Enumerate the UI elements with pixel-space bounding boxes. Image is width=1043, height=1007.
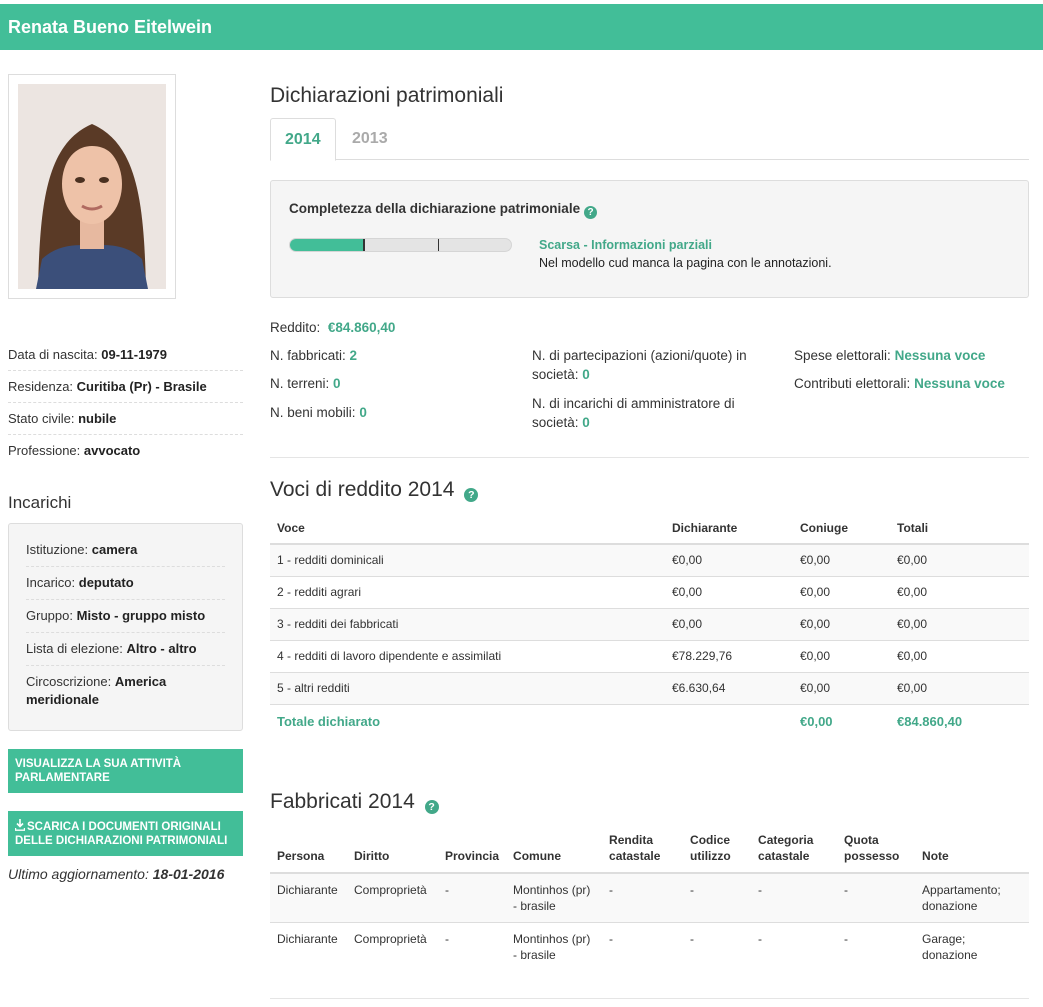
fabbricati-heading: Fabbricati 2014 ?: [270, 790, 1029, 814]
download-icon: [15, 819, 25, 831]
col-coniuge: Coniuge: [793, 512, 890, 545]
table-row: 3 - redditi dei fabbricati €0,00 €0,00 €0,0…: [270, 607, 1029, 640]
profile-info: Data di nascita: 09-11-1979 Residenza: C…: [8, 339, 243, 467]
help-icon[interactable]: ?: [424, 800, 439, 814]
table-row: Dichiarante Comproprietà - Montinhos (pr) -…: [270, 922, 1029, 971]
spese-elettorali: Spese elettorali: Nessuna voce: [794, 348, 986, 363]
beni-mobili-count: N. beni mobili: 0: [270, 405, 367, 420]
completeness-note: Nel modello cud manca la pagina con le a…: [539, 256, 832, 270]
fabbricati-count: N. fabbricati: 2: [270, 348, 358, 363]
progress-threshold-marker: [438, 239, 440, 251]
civil-status-row: Stato civile: nubile: [8, 403, 243, 435]
residence-row: Residenza: Curitiba (Pr) - Brasile: [8, 371, 243, 403]
bottom-divider: [270, 998, 1029, 999]
incarichi-box: Istituzione: camera Incarico: deputato G…: [8, 523, 243, 731]
birth-date-row: Data di nascita: 09-11-1979: [8, 339, 243, 371]
contributi-elettorali: Contributi elettorali: Nessuna voce: [794, 376, 1005, 391]
table-row: 4 - redditi di lavoro dipendente e assim…: [270, 639, 1029, 672]
profession-row: Professione: avvocato: [8, 443, 141, 458]
partecipazioni-count: N. di partecipazioni (azioni/quote) in s…: [532, 348, 747, 382]
help-icon[interactable]: ?: [464, 488, 479, 502]
table-header-row: Voce Dichiarante Coniuge Totali: [270, 512, 1029, 545]
main-content: Dichiarazioni patrimoniali 2014 2013 Com…: [270, 84, 1029, 971]
top-header: Renata Bueno Eitelwein: [0, 4, 1043, 50]
tab-2014[interactable]: 2014: [270, 118, 336, 161]
total-row: Totale dichiarato €0,00 €84.860,40: [270, 703, 1029, 738]
col-voce: Voce: [270, 512, 665, 545]
summary-section: Reddito: €84.860,40 N. fabbricati: 2 N. …: [270, 318, 1029, 458]
table-header-row: Persona Diritto Provincia Comune Rendita…: [270, 832, 1029, 874]
reddito-summary: Reddito: €84.860,40: [270, 320, 396, 335]
view-activity-button[interactable]: VISUALIZZA LA SUA ATTIVITÀ PARLAMENTARE: [8, 749, 243, 793]
redditi-table: Voce Dichiarante Coniuge Totali 1 - redd…: [270, 512, 1029, 738]
politician-name: Renata Bueno Eitelwein: [8, 17, 213, 37]
table-row: Dichiarante Comproprietà - Montinhos (pr) -…: [270, 872, 1029, 923]
col-dichiarante: Dichiarante: [665, 512, 793, 545]
incarichi-amministratore-count: N. di incarichi di amministratore di soc…: [532, 396, 735, 430]
col-totali: Totali: [890, 512, 1029, 545]
table-row: 2 - redditi agrari €0,00 €0,00 €0,00: [270, 575, 1029, 608]
profile-photo: [18, 84, 166, 289]
completeness-level: Scarsa - Informazioni parziali: [539, 238, 712, 252]
completeness-progress-bar: [289, 238, 512, 252]
table-row: 5 - altri redditi €6.630,64 €0,00 €0,00: [270, 671, 1029, 704]
istituzione-row: Istituzione: camera: [26, 534, 225, 567]
circoscrizione-row: Circoscrizione: America meridionale: [26, 674, 167, 707]
terreni-count: N. terreni: 0: [270, 376, 341, 391]
sidebar: Data di nascita: 09-11-1979 Residenza: C…: [8, 74, 243, 882]
download-documents-button[interactable]: SCARICA I DOCUMENTI ORIGINALI DELLE DICH…: [8, 811, 243, 856]
year-tabs: 2014 2013: [270, 118, 1029, 161]
fabbricati-table: Persona Diritto Provincia Comune Rendita…: [270, 832, 1029, 971]
table-row: 1 - redditi dominicali €0,00 €0,00 €0,00: [270, 543, 1029, 576]
gruppo-row: Gruppo: Misto - gruppo misto: [26, 600, 225, 633]
page-title: Dichiarazioni patrimoniali: [270, 84, 504, 107]
help-icon[interactable]: ?: [584, 206, 598, 219]
completeness-title: Completezza della dichiarazione patrimon…: [289, 201, 598, 219]
redditi-heading: Voci di reddito 2014 ?: [270, 478, 1029, 502]
incarico-row: Incarico: deputato: [26, 567, 225, 600]
completeness-box: Completezza della dichiarazione patrimon…: [270, 180, 1029, 298]
incarichi-heading: Incarichi: [8, 493, 72, 512]
tab-2013[interactable]: 2013: [338, 118, 402, 161]
lista-row: Lista di elezione: Altro - altro: [26, 633, 225, 666]
profile-photo-frame: [8, 74, 176, 299]
last-update: Ultimo aggiornamento: 18-01-2016: [8, 866, 225, 882]
progress-fill: [290, 239, 366, 251]
